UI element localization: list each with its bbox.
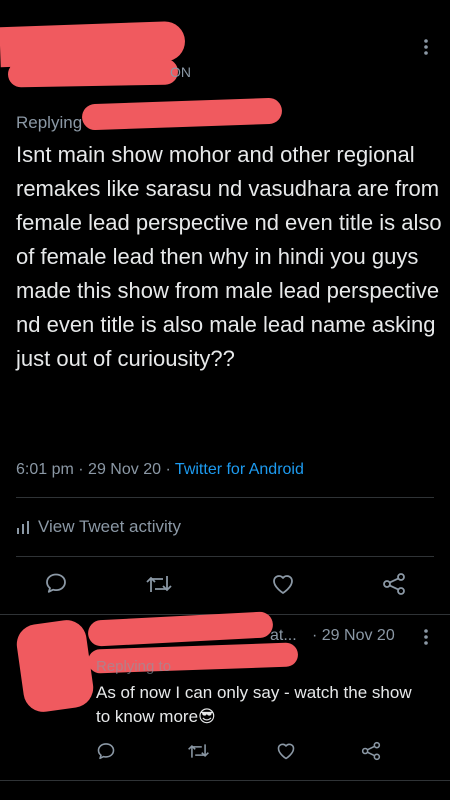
meta-separator: · bbox=[165, 461, 171, 478]
tweet-time: 6:01 pm bbox=[16, 461, 74, 478]
share-icon[interactable] bbox=[360, 741, 382, 761]
sunglasses-emoji-icon: 😎 bbox=[198, 707, 216, 726]
reply-text: As of now I can only say - watch the sho… bbox=[96, 681, 416, 729]
divider bbox=[16, 556, 434, 557]
redacted-author-handle bbox=[7, 58, 179, 88]
retweet-icon[interactable] bbox=[145, 572, 173, 596]
meta-separator: · bbox=[78, 461, 84, 478]
heart-icon[interactable] bbox=[270, 572, 296, 596]
divider bbox=[0, 780, 450, 781]
divider bbox=[16, 497, 434, 498]
replying-to-label: Replying bbox=[16, 113, 83, 132]
share-icon[interactable] bbox=[381, 572, 407, 596]
reply-icon[interactable] bbox=[44, 571, 68, 595]
reply-replying-to-label: Replying to bbox=[96, 658, 172, 675]
retweet-icon[interactable] bbox=[187, 741, 210, 761]
reply-date: · 29 Nov 20 bbox=[312, 627, 395, 644]
tweet-source-link[interactable]: Twitter for Android bbox=[175, 461, 304, 478]
reply-icon[interactable] bbox=[96, 741, 116, 761]
bar-chart-icon bbox=[16, 520, 30, 534]
view-tweet-activity-label: View Tweet activity bbox=[38, 517, 181, 536]
reply-header-partial: at... bbox=[270, 627, 297, 644]
more-vertical-icon[interactable] bbox=[418, 627, 434, 647]
redacted-reply-target bbox=[81, 97, 283, 131]
more-vertical-icon[interactable] bbox=[418, 36, 434, 58]
view-tweet-activity[interactable]: View Tweet activity bbox=[16, 516, 181, 538]
tweet-meta: 6:01 pm · 29 Nov 20 · Twitter for Androi… bbox=[16, 461, 304, 479]
redacted-reply-author bbox=[87, 611, 274, 647]
redacted-reply-avatar bbox=[14, 617, 96, 715]
tweet-text: Isnt main show mohor and other regional … bbox=[16, 142, 442, 371]
heart-icon[interactable] bbox=[275, 741, 297, 761]
reply-text-body: As of now I can only say - watch the sho… bbox=[96, 683, 412, 726]
handle-fragment: ON bbox=[170, 64, 191, 80]
tweet-date: 29 Nov 20 bbox=[88, 461, 161, 478]
